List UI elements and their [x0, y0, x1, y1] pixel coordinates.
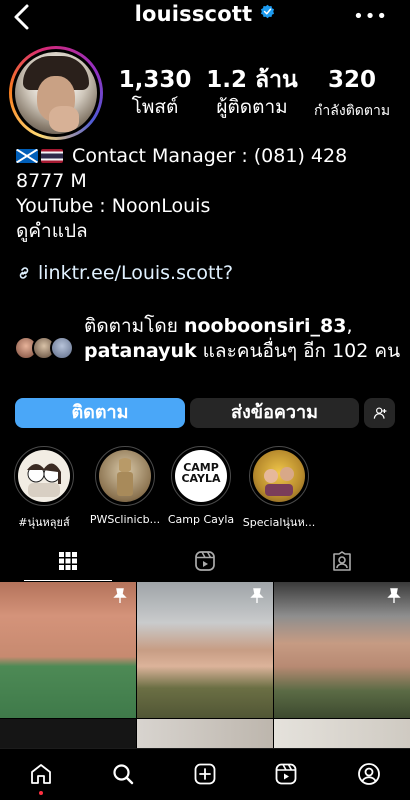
highlight-label: Specialนุ่นห... — [242, 516, 316, 529]
follower-username[interactable]: nooboonsiri_83 — [184, 315, 347, 337]
stat-posts-value: 1,330 — [118, 67, 192, 93]
stat-posts-label: โพสต์ — [131, 96, 179, 118]
highlight-cover: CAMP CAYLA — [175, 450, 227, 502]
follower-username[interactable]: patanayuk — [84, 340, 197, 362]
tab-reels[interactable] — [137, 542, 273, 580]
bio-line-3: YouTube : NoonLouis — [16, 195, 211, 217]
reels-icon — [195, 551, 215, 571]
bio-link-text: linktr.ee/Louis.scott? — [38, 262, 234, 284]
suggest-accounts-button[interactable] — [364, 398, 395, 428]
profile-header: louisscott — [0, 2, 410, 26]
follow-button[interactable]: ติดตาม — [15, 398, 185, 428]
tagged-icon — [333, 551, 351, 571]
bio-contact-line: Contact Manager : (081) 428 — [16, 144, 406, 169]
highlight-item[interactable]: CAMP CAYLA Camp Cayla — [162, 446, 240, 526]
verified-badge-icon — [261, 4, 275, 19]
stat-posts[interactable]: 1,330 โพสต์ — [115, 66, 195, 120]
home-icon — [31, 764, 51, 784]
tab-posts-grid[interactable] — [0, 542, 136, 581]
grid-icon — [59, 552, 77, 570]
see-translation-link[interactable]: ดูคำแปล — [16, 219, 406, 244]
tab-tagged[interactable] — [274, 542, 410, 580]
highlight-label: PWSclinicb... — [89, 513, 161, 526]
create-icon — [194, 763, 216, 785]
nav-create[interactable] — [190, 759, 220, 789]
bottom-navigation — [0, 748, 410, 800]
message-button[interactable]: ส่งข้อความ — [190, 398, 359, 428]
posts-grid — [0, 582, 410, 748]
pin-icon — [250, 588, 264, 603]
stat-followers-label: ผู้ติดตาม — [216, 96, 288, 118]
nav-profile[interactable] — [354, 759, 384, 789]
search-icon — [113, 764, 134, 785]
link-icon — [19, 267, 29, 279]
stat-followers[interactable]: 1.2 ล้าน ผู้ติดตาม — [206, 66, 298, 120]
highlight-item[interactable]: PWSclinicb... — [86, 446, 164, 526]
scotland-flag-icon — [16, 149, 38, 163]
nav-home[interactable] — [26, 759, 56, 789]
followed-by-text: ติดตามโดย nooboonsiri_83, patanayuk และค… — [84, 315, 401, 362]
pin-icon — [387, 588, 401, 603]
notification-dot — [39, 791, 43, 795]
bio-link[interactable]: linktr.ee/Louis.scott? — [16, 262, 233, 284]
stat-followers-value: 1.2 ล้าน — [206, 67, 298, 93]
followed-by[interactable]: ติดตามโดย nooboonsiri_83, patanayuk และค… — [14, 314, 406, 386]
pin-icon — [113, 588, 127, 603]
post-thumbnail[interactable] — [274, 582, 410, 718]
story-highlights: #นุ่นหลุยส์ PWSclinicb... CAMP CAYLA Cam… — [0, 446, 410, 530]
top-bar: louisscott ••• — [0, 0, 410, 36]
stat-following-label: กำลังติดตาม — [313, 103, 391, 119]
profile-icon — [358, 763, 380, 785]
post-thumbnail[interactable] — [0, 719, 136, 748]
post-thumbnail[interactable] — [274, 719, 410, 748]
add-person-icon — [373, 407, 386, 419]
post-thumbnail[interactable] — [137, 719, 273, 748]
highlight-cover — [18, 450, 70, 502]
profile-avatar[interactable] — [9, 46, 103, 140]
reels-icon — [275, 763, 297, 785]
stat-following-value: 320 — [327, 67, 376, 93]
follower-avatars — [14, 336, 78, 362]
bio-line-1: Contact Manager : (081) 428 — [72, 145, 348, 167]
highlight-item[interactable]: Specialนุ่นห... — [240, 446, 318, 531]
avatar — [50, 336, 74, 360]
stat-following[interactable]: 320 กำลังติดตาม — [304, 66, 400, 124]
bio: Contact Manager : (081) 428 8777 M YouTu… — [16, 144, 406, 244]
thailand-flag-icon — [41, 149, 63, 163]
bio-line-2: 8777 M — [16, 170, 87, 192]
avatar — [15, 52, 97, 134]
highlight-item[interactable]: #นุ่นหลุยส์ — [5, 446, 83, 531]
username: louisscott — [134, 2, 253, 26]
profile-tabs — [0, 542, 410, 581]
post-thumbnail[interactable] — [0, 582, 136, 718]
highlight-label: Camp Cayla — [167, 513, 235, 526]
post-thumbnail[interactable] — [137, 582, 273, 718]
highlight-cover — [99, 450, 151, 502]
highlight-cover — [253, 450, 305, 502]
nav-reels[interactable] — [271, 759, 301, 789]
more-options-button[interactable]: ••• — [353, 6, 388, 27]
highlight-label: #นุ่นหลุยส์ — [18, 516, 70, 529]
nav-search[interactable] — [108, 759, 138, 789]
